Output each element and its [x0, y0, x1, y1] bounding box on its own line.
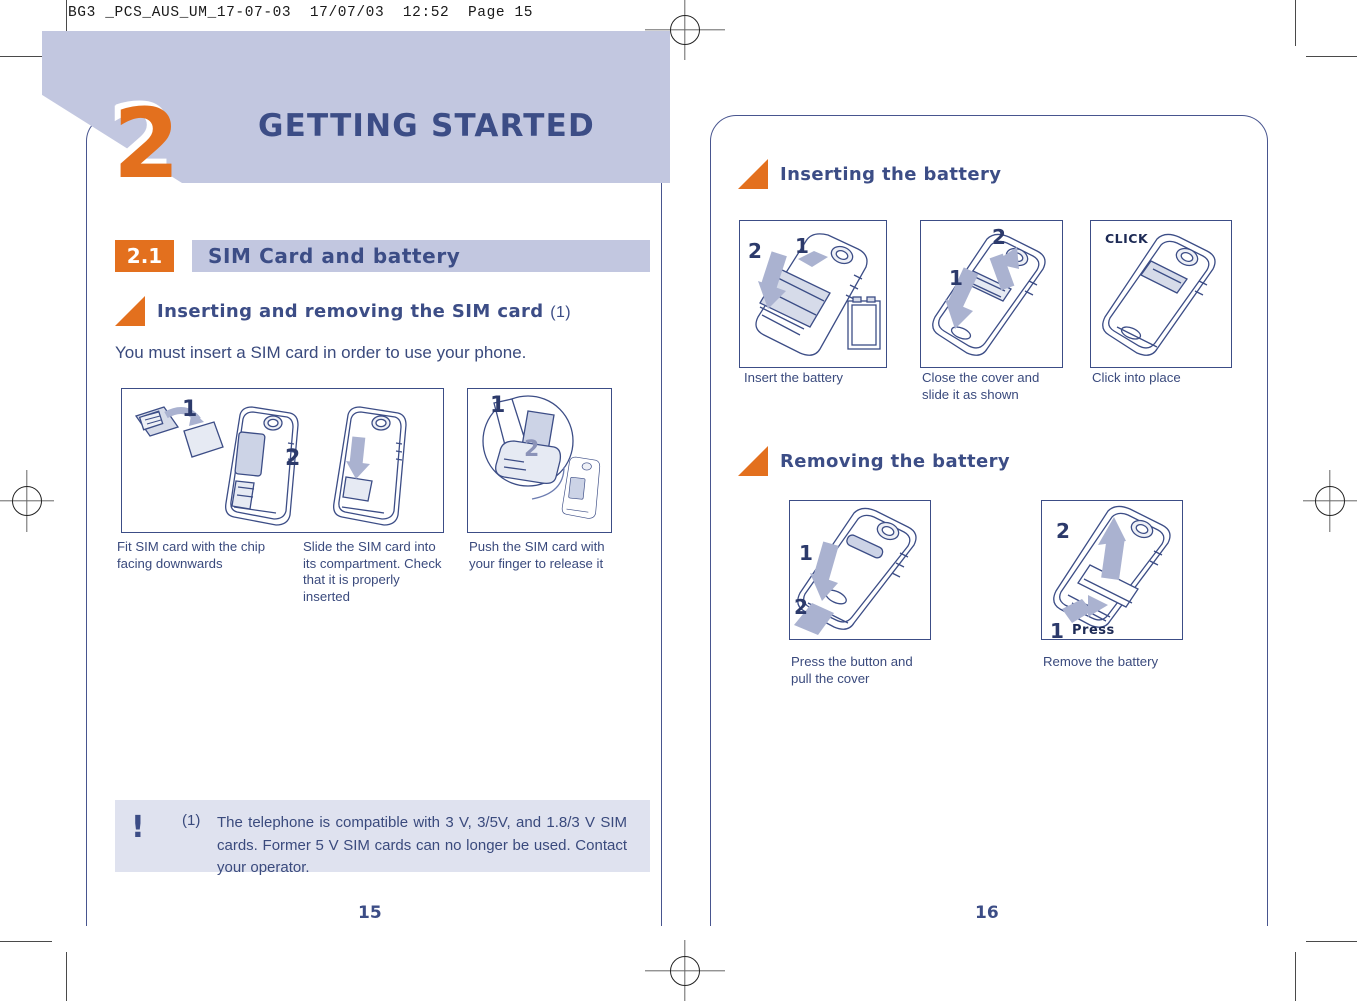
triangle-bullet-icon [738, 159, 768, 189]
click-place-figure-box: CLICK [1090, 220, 1232, 368]
sim-release-figure-box: 1 2 [467, 388, 612, 533]
insert-battery-caption: Insert the battery [744, 370, 843, 385]
sim-figure-box-wide: 1 2 [121, 388, 444, 533]
footnote-marker: (1) [182, 812, 201, 829]
insert-battery-illustration [755, 233, 881, 356]
section-title-container: SIM Card and battery [192, 240, 650, 272]
close-cover-label-2: 2 [992, 225, 1006, 249]
sim-figure-caption-1: Fit SIM card with the chip facing downwa… [117, 539, 266, 571]
crop-mark-bottom-right-vertical [1295, 952, 1297, 1001]
remove-battery-caption: Remove the battery [1043, 654, 1159, 669]
subheading-sim-card: Inserting and removing the SIM card (1) [115, 296, 571, 326]
footnote-text: The telephone is compatible with 3 V, 3/… [217, 814, 627, 876]
remove-battery-label-2: 2 [1056, 519, 1070, 543]
sim-figure-label-1: 1 [182, 397, 198, 422]
page-number-right: 16 [975, 903, 999, 923]
subheading-removing-battery-label: Removing the battery [780, 450, 1011, 472]
press-pull-cover-caption: Press the button and pull the cover [791, 654, 913, 686]
subheading-removing-battery: Removing the battery [738, 446, 1010, 476]
intro-paragraph: You must insert a SIM card in order to u… [115, 343, 527, 362]
insert-battery-figure-box: 2 1 [739, 220, 887, 368]
triangle-bullet-icon [115, 296, 145, 326]
subheading-footnote-ref: (1) [550, 303, 571, 321]
page-number-left: 15 [358, 903, 382, 923]
sim-figure-caption-3: Push the SIM card with your finger to re… [469, 539, 605, 571]
insert-battery-label-2: 2 [748, 239, 762, 263]
sim-release-label-1: 1 [490, 393, 506, 418]
section-title: SIM Card and battery [208, 244, 461, 268]
sim-insert-illustration [134, 406, 407, 526]
subheading-inserting-battery: Inserting the battery [738, 159, 1001, 189]
triangle-bullet-icon [738, 446, 768, 476]
subheading-sim-card-label: Inserting and removing the SIM card (1) [157, 301, 571, 322]
registration-mark-right [1303, 470, 1357, 532]
footnote-box: ! (1) The telephone is compatible with 3… [115, 800, 650, 876]
sim-release-label-2: 2 [524, 437, 540, 462]
close-cover-label-1: 1 [949, 266, 963, 290]
warning-exclamation-icon: ! [131, 810, 145, 845]
press-pull-label-1: 1 [799, 541, 813, 565]
click-place-caption: Click into place [1092, 370, 1181, 385]
crop-mark-bottom-left-vertical [66, 952, 68, 1001]
section-number: 2.1 [115, 240, 174, 272]
sim-figure-caption-2: Slide the SIM card into its compartment.… [303, 539, 442, 604]
remove-battery-figure-box: 2 1 Press [1041, 500, 1183, 643]
press-pull-cover-figure-box: 1 2 [789, 500, 931, 640]
print-slug: BG3 _PCS_AUS_UM_17-07-03 17/07/03 12:52 … [68, 5, 534, 21]
subheading-inserting-battery-label: Inserting the battery [780, 163, 1002, 185]
registration-mark-bottom [645, 940, 725, 1001]
chapter-title: GETTING STARTED [258, 108, 595, 144]
crop-mark-bottom-left-horizontal [0, 941, 52, 943]
insert-battery-label-1: 1 [795, 234, 809, 258]
section-bar: 2.1 SIM Card and battery [115, 240, 650, 272]
crop-mark-top-right-horizontal [1306, 56, 1357, 58]
sim-figure-label-2: 2 [285, 446, 301, 471]
registration-mark-left [0, 470, 54, 532]
click-label: CLICK [1105, 231, 1149, 246]
press-pull-label-2: 2 [794, 595, 808, 619]
section-bar-gap [174, 240, 192, 272]
close-cover-caption: Close the cover and slide it as shown [922, 370, 1040, 402]
press-label: Press [1072, 623, 1115, 638]
crop-mark-bottom-right-horizontal [1306, 941, 1357, 943]
remove-battery-label-1: 1 [1050, 619, 1064, 643]
press-pull-cover-illustration [794, 507, 917, 635]
crop-mark-top-right-vertical [1295, 0, 1297, 46]
close-cover-figure-box: 2 1 [920, 220, 1063, 368]
subheading-sim-card-text: Inserting and removing the SIM card [157, 300, 544, 322]
chapter-number: 2 [113, 88, 180, 200]
